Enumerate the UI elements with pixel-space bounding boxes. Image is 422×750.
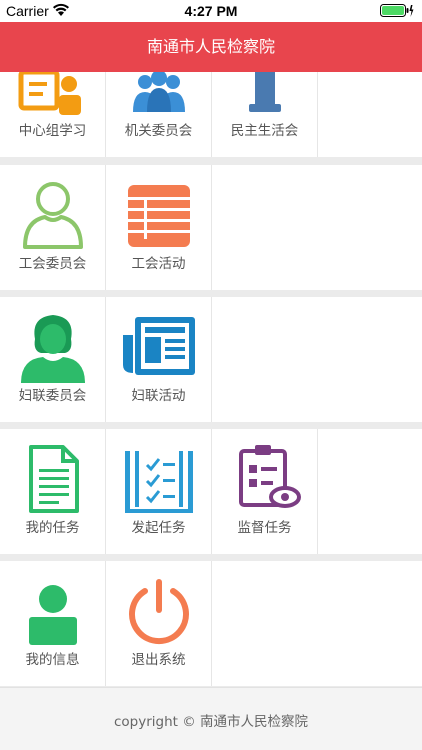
menu-item-supervise-task[interactable]: 监督任务: [212, 429, 318, 554]
menu-item-label: 监督任务: [237, 520, 292, 536]
newspaper-icon: [123, 317, 195, 375]
clipboard-eye-icon: [239, 445, 301, 508]
empty-tile: [318, 72, 422, 157]
menu-item-label: 妇联活动: [131, 388, 186, 404]
nav-bar: 南通市人民检察院: [0, 22, 422, 72]
empty-tile: [318, 429, 422, 554]
empty-tile: [212, 165, 422, 290]
woman-icon: [21, 315, 85, 383]
empty-tile: [212, 297, 422, 422]
menu-item-label: 妇联委员会: [18, 388, 87, 404]
menu-item-logout[interactable]: 退出系统: [106, 561, 212, 686]
page-title: 南通市人民检察院: [146, 37, 275, 56]
menu-item-label: 退出系统: [131, 652, 186, 668]
menu-section: 我的信息 退出系统: [0, 561, 422, 687]
person-outline-icon: [23, 182, 83, 249]
podium-icon: [249, 72, 281, 112]
status-time: 4:27 PM: [184, 3, 238, 19]
menu-item-label: 工会活动: [131, 256, 186, 272]
menu-section: 中心组学习 机关委员会 民主生活会: [0, 72, 422, 158]
menu-section: 妇联委员会 妇联活动: [0, 297, 422, 423]
power-icon: [129, 579, 189, 645]
copyright-text: copyright © 南通市人民检察院: [113, 714, 309, 730]
menu-item-label: 我的任务: [25, 520, 80, 536]
menu-item-union-committee[interactable]: 工会委员会: [0, 165, 106, 290]
menu-item-women-activities[interactable]: 妇联活动: [106, 297, 212, 422]
menu-item-label: 我的信息: [25, 652, 80, 668]
menu-section: 我的任务 发起任务 监督任务: [0, 429, 422, 555]
menu-item-label: 机关委员会: [124, 123, 193, 139]
menu-item-label: 中心组学习: [18, 123, 87, 139]
battery-icon: [380, 4, 414, 22]
menu-item-my-tasks[interactable]: 我的任务: [0, 429, 106, 554]
menu-item-label: 发起任务: [131, 520, 186, 536]
user-icon: [29, 585, 77, 645]
footer: copyright © 南通市人民检察院: [0, 687, 422, 750]
menu-item-my-info[interactable]: 我的信息: [0, 561, 106, 686]
menu-grid[interactable]: 中心组学习 机关委员会 民主生活会 工会委员会 工会活动 妇联委员会 妇联活动 …: [0, 72, 422, 687]
list-icon: [128, 185, 190, 247]
committee-icon: [133, 72, 185, 112]
menu-item-start-task[interactable]: 发起任务: [106, 429, 212, 554]
study-group-icon: [18, 72, 81, 115]
status-bar: Carrier 4:27 PM: [0, 0, 422, 22]
menu-section: 工会委员会 工会活动: [0, 165, 422, 291]
menu-item-women-committee[interactable]: 妇联委员会: [0, 297, 106, 422]
menu-item-democratic-life[interactable]: 民主生活会: [212, 72, 318, 157]
menu-item-label: 工会委员会: [18, 256, 87, 272]
menu-item-union-activities[interactable]: 工会活动: [106, 165, 212, 290]
checklist-book-icon: [125, 451, 193, 513]
menu-item-committee[interactable]: 机关委员会: [106, 72, 212, 157]
menu-item-study-group[interactable]: 中心组学习: [0, 72, 106, 157]
document-icon: [29, 445, 79, 513]
empty-tile: [212, 561, 422, 686]
menu-item-label: 民主生活会: [230, 123, 299, 139]
